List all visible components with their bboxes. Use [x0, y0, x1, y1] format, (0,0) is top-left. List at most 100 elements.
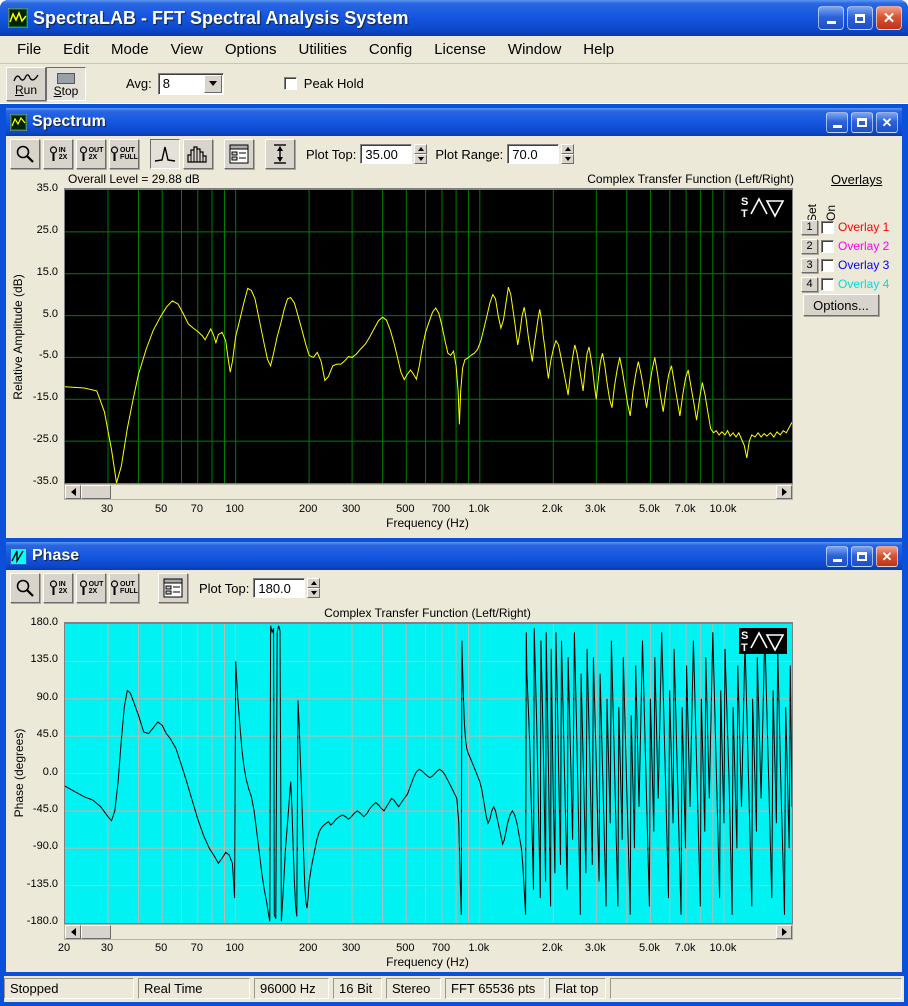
menu-item-config[interactable]: Config	[358, 38, 423, 61]
spectrum-x-axis-labels: 3050701002003005007001.0k2.0k3.0k5.0k7.0…	[64, 503, 791, 517]
phase-h-scrollbar[interactable]	[64, 924, 793, 940]
overlay-set-button-3[interactable]: 3	[801, 258, 818, 273]
up-arrow-icon	[418, 147, 424, 151]
zoom-button[interactable]	[10, 573, 40, 603]
x-tick-label: 100	[225, 503, 243, 515]
overlay-set-button-4[interactable]: 4	[801, 277, 818, 292]
zoom-out-2x-button[interactable]: OUT2X	[76, 573, 106, 603]
phase-plot-area: Complex Transfer Function (Left/Right) 1…	[6, 606, 902, 968]
overlay-row-2: 2Overlay 2	[801, 237, 889, 255]
scroll-right-button[interactable]	[776, 925, 792, 939]
peak-curve-icon	[154, 145, 176, 163]
zoom-in-2x-button[interactable]: IN2X	[43, 139, 73, 169]
menu-item-view[interactable]: View	[160, 38, 214, 61]
overlay-on-checkbox-3[interactable]	[821, 259, 834, 272]
phase-plot-canvas[interactable]	[64, 622, 793, 924]
spectrum-plot-range-spinner[interactable]	[561, 144, 574, 164]
svg-text:T: T	[741, 208, 748, 220]
menu-item-edit[interactable]: Edit	[52, 38, 100, 61]
phase-close-button[interactable]: ✕	[876, 546, 898, 567]
spin-down-button[interactable]	[414, 154, 427, 164]
display-options-button[interactable]	[158, 573, 188, 603]
y-tick-label: -35.0	[33, 475, 58, 487]
scroll-thumb[interactable]	[81, 485, 111, 499]
spectrum-plot-top-input[interactable]: 35.00	[360, 144, 412, 164]
maximize-icon	[855, 14, 865, 23]
menu-item-file[interactable]: File	[6, 38, 52, 61]
overlay-on-checkbox-4[interactable]	[821, 278, 834, 291]
left-arrow-icon	[71, 488, 76, 496]
spin-up-button[interactable]	[307, 578, 320, 588]
spectrum-plot-top-spinner[interactable]	[414, 144, 427, 164]
spin-down-button[interactable]	[307, 588, 320, 598]
y-tick-label: 35.0	[37, 182, 58, 194]
zoom-button[interactable]	[10, 139, 40, 169]
menu-item-help[interactable]: Help	[572, 38, 625, 61]
y-tick-label: -135.0	[27, 878, 58, 890]
phase-maximize-button[interactable]	[851, 546, 873, 567]
vertical-range-icon	[271, 143, 289, 165]
y-tick-label: -180.0	[27, 915, 58, 927]
menu-item-mode[interactable]: Mode	[100, 38, 160, 61]
spin-down-button[interactable]	[561, 154, 574, 164]
magnifier-icon	[49, 580, 58, 596]
line-plot-mode-button[interactable]	[150, 139, 180, 169]
overlay-set-button-2[interactable]: 2	[801, 239, 818, 254]
menu-item-license[interactable]: License	[423, 38, 497, 61]
x-tick-label: 1.0k	[468, 503, 489, 515]
overlay-on-checkbox-2[interactable]	[821, 240, 834, 253]
x-tick-label: 70	[191, 942, 203, 954]
close-button[interactable]: ✕	[876, 6, 902, 30]
overlay-on-checkbox-1[interactable]	[821, 221, 834, 234]
run-wave-icon	[13, 72, 39, 84]
avg-dropdown-button[interactable]	[204, 75, 222, 93]
overlays-options-button[interactable]: Options...	[803, 294, 879, 316]
spectrum-h-scrollbar[interactable]	[64, 484, 793, 500]
svg-text:S: S	[741, 630, 748, 642]
spectrum-window-icon	[10, 114, 27, 131]
spectrum-titlebar[interactable]: Spectrum ✕	[6, 108, 902, 136]
run-button[interactable]: Run	[6, 67, 46, 101]
scroll-left-button[interactable]	[65, 485, 81, 499]
scroll-right-button[interactable]	[776, 485, 792, 499]
y-tick-label: 5.0	[43, 308, 58, 320]
spectrum-plot-range-input[interactable]: 70.0	[507, 144, 559, 164]
phase-plot-top-spinner[interactable]	[307, 578, 320, 598]
phase-titlebar[interactable]: Phase ✕	[6, 542, 902, 570]
status-panel-fft-65536-pts: FFT 65536 pts	[445, 978, 545, 999]
y-tick-label: -5.0	[39, 349, 58, 361]
maximize-button[interactable]	[847, 6, 873, 30]
menu-item-utilities[interactable]: Utilities	[288, 38, 358, 61]
spectrum-x-axis-title: Frequency (Hz)	[64, 516, 791, 530]
mdi-client: Spectrum ✕ IN2X	[4, 104, 904, 974]
zoom-out-full-button[interactable]: OUTFULL	[109, 573, 139, 603]
zoom-out-full-button[interactable]: OUTFULL	[109, 139, 139, 169]
spectrum-close-button[interactable]: ✕	[876, 112, 898, 133]
spin-up-button[interactable]	[561, 144, 574, 154]
bar-plot-mode-button[interactable]	[183, 139, 213, 169]
scroll-left-button[interactable]	[65, 925, 81, 939]
x-tick-label: 700	[432, 503, 450, 515]
zoom-out-2x-button[interactable]: OUT2X	[76, 139, 106, 169]
overlay-set-button-1[interactable]: 1	[801, 220, 818, 235]
spin-up-button[interactable]	[414, 144, 427, 154]
display-options-button[interactable]	[224, 139, 254, 169]
menu-item-window[interactable]: Window	[497, 38, 572, 61]
avg-combobox[interactable]: 8	[158, 73, 224, 95]
menu-item-options[interactable]: Options	[214, 38, 288, 61]
main-titlebar[interactable]: SpectraLAB - FFT Spectral Analysis Syste…	[0, 0, 908, 36]
peak-hold-checkbox[interactable]	[284, 77, 297, 90]
spectrum-maximize-button[interactable]	[851, 112, 873, 133]
spectrum-plot-canvas[interactable]	[64, 188, 793, 484]
zoom-in-2x-button[interactable]: IN2X	[43, 573, 73, 603]
phase-minimize-button[interactable]	[826, 546, 848, 567]
scroll-thumb[interactable]	[81, 925, 111, 939]
phase-window-icon	[10, 548, 27, 565]
spectrum-minimize-button[interactable]	[826, 112, 848, 133]
vertical-scale-button[interactable]	[265, 139, 295, 169]
minimize-button[interactable]	[818, 6, 844, 30]
phase-plot-top-input[interactable]: 180.0	[253, 578, 305, 598]
x-tick-label: 30	[101, 942, 113, 954]
status-panel-flat-top: Flat top	[549, 978, 606, 999]
stop-button[interactable]: Stop	[46, 67, 86, 101]
